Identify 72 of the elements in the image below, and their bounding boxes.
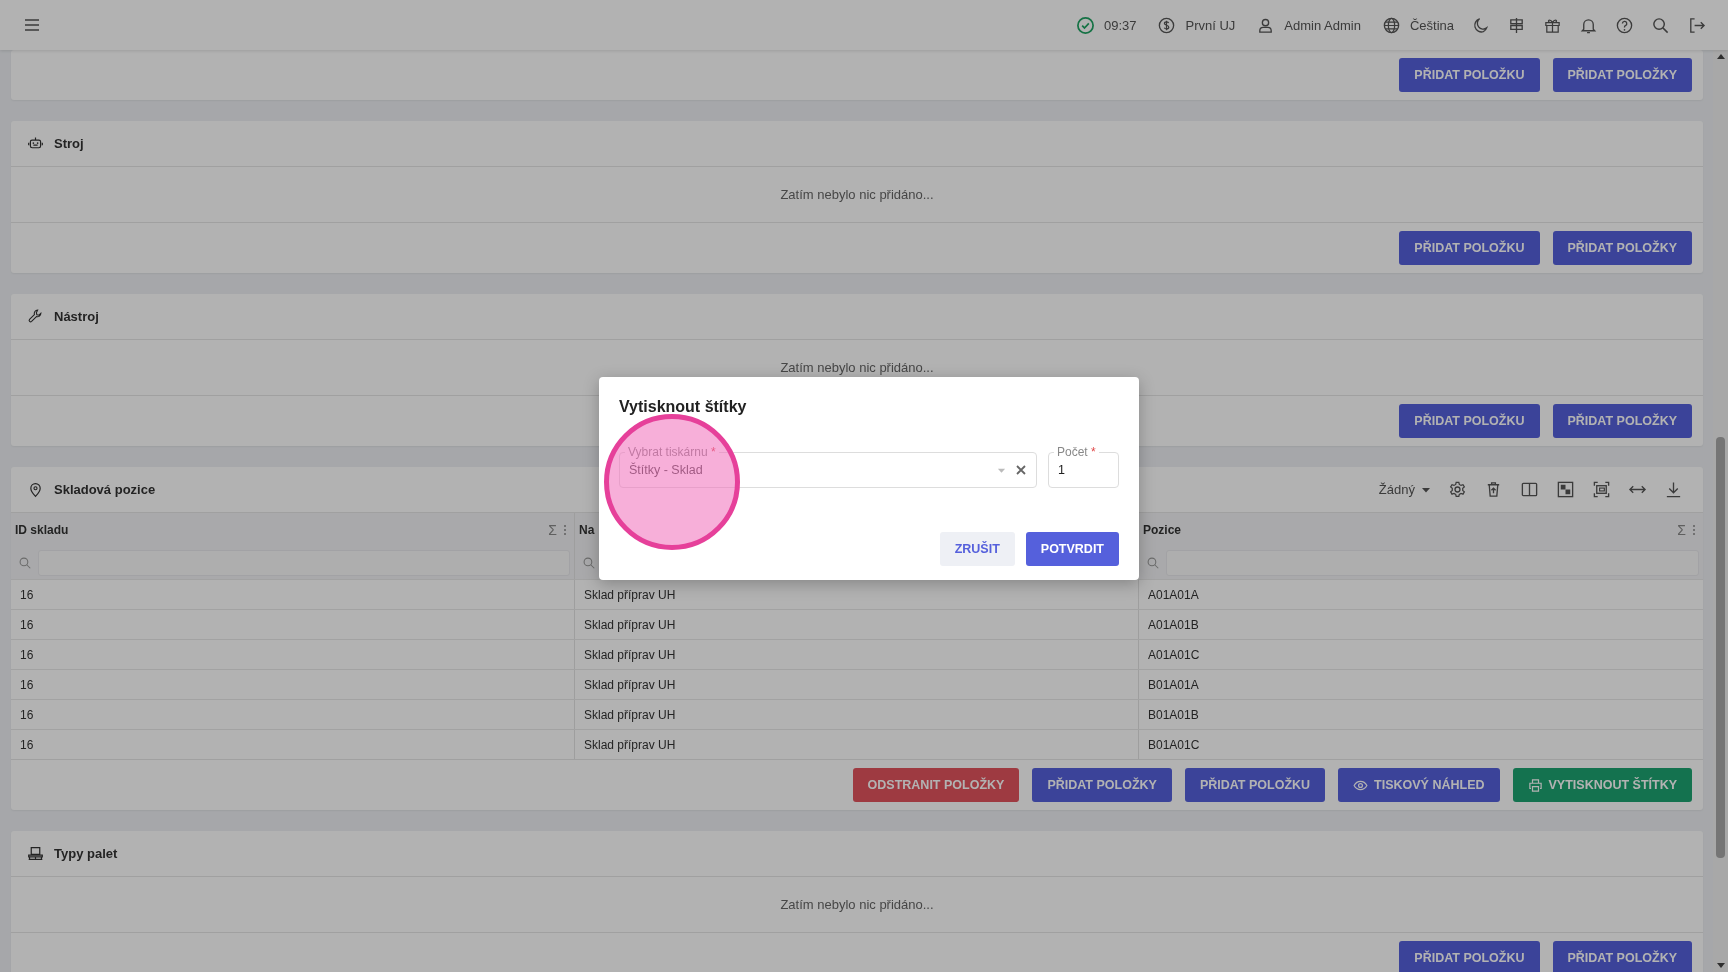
search-icon — [1146, 555, 1160, 570]
language-selector[interactable]: Čeština — [1409, 17, 1454, 33]
table-cell: Sklad příprav UH — [584, 707, 676, 722]
table-cell: B01A01B — [1148, 707, 1199, 722]
settings-icon[interactable] — [1448, 480, 1467, 499]
empty-message: Zatím nebylo nic přidáno... — [780, 187, 934, 202]
fullscreen-icon[interactable] — [1592, 480, 1611, 499]
table-cell: 16 — [20, 617, 34, 632]
action-button[interactable]: TISKOVÝ NÁHLED — [1338, 768, 1500, 802]
action-button[interactable]: PŘIDAT POLOŽKU — [1399, 231, 1540, 265]
sum-icon[interactable]: Σ — [548, 521, 557, 538]
signpost-icon[interactable] — [1507, 15, 1526, 35]
dialog-title: Vytisknout štítky — [619, 398, 748, 416]
action-button[interactable]: VYTISKNOUT ŠTÍTKY — [1512, 768, 1692, 802]
action-button[interactable]: ODSTRANIT POLOŽKY — [852, 768, 1020, 802]
empty-message: Zatím nebylo nic přidáno... — [780, 897, 934, 912]
table-cell: Sklad příprav UH — [584, 737, 676, 752]
table-cell: A01A01C — [1148, 647, 1200, 662]
action-button[interactable]: PŘIDAT POLOŽKY — [1552, 58, 1692, 92]
table-cell: A01A01B — [1148, 617, 1199, 632]
table-cell: B01A01C — [1148, 737, 1200, 752]
section-title: Skladová pozice — [54, 482, 156, 497]
table-cell: Sklad příprav UH — [584, 677, 676, 692]
table-cell: Sklad příprav UH — [584, 617, 676, 632]
action-button[interactable]: PŘIDAT POLOŽKU — [1399, 58, 1540, 92]
action-button[interactable]: PŘIDAT POLOŽKY — [1552, 231, 1692, 265]
search-icon — [18, 555, 32, 570]
search-icon[interactable] — [1651, 15, 1670, 35]
search-icon — [582, 555, 596, 570]
pallet-icon — [27, 845, 44, 862]
section-title: Nástroj — [54, 309, 99, 324]
table-cell: A01A01A — [1148, 587, 1199, 602]
coin-icon[interactable] — [1157, 15, 1177, 35]
clear-icon[interactable] — [1015, 464, 1027, 476]
table-cell: 16 — [20, 707, 34, 722]
dialog-button[interactable]: ZRUŠIT — [939, 532, 1015, 566]
globe-icon — [1381, 15, 1401, 35]
table-cell: Sklad příprav UH — [584, 587, 676, 602]
section-title: Typy palet — [54, 846, 118, 861]
location-pin-icon — [27, 481, 44, 498]
sum-icon[interactable]: Σ — [1677, 521, 1686, 538]
table-cell: 16 — [20, 587, 34, 602]
dialog-button[interactable]: POTVRDIT — [1025, 532, 1119, 566]
column-header[interactable]: Pozice Σ — [1139, 513, 1703, 546]
action-button[interactable]: PŘIDAT POLOŽKU — [1399, 404, 1540, 438]
action-button[interactable]: PŘIDAT POLOŽKU — [1399, 941, 1540, 972]
help-icon[interactable] — [1615, 15, 1634, 35]
scroll-up-icon[interactable] — [1715, 52, 1726, 62]
company-name[interactable]: První UJ — [1185, 17, 1236, 33]
scroll-down-icon[interactable] — [1715, 960, 1726, 970]
table-cell: 16 — [20, 647, 34, 662]
columns-icon[interactable] — [1520, 480, 1539, 499]
table-cell: 16 — [20, 737, 34, 752]
download-icon[interactable] — [1664, 480, 1683, 499]
check-circle-icon — [1075, 15, 1095, 35]
action-button[interactable]: PŘIDAT POLOŽKY — [1552, 941, 1692, 972]
wrench-icon — [27, 308, 44, 325]
action-button[interactable]: PŘIDAT POLOŽKY — [1032, 768, 1172, 802]
table-cell: Sklad příprav UH — [584, 647, 676, 662]
clock-time: 09:37 — [1103, 17, 1137, 33]
logout-icon[interactable] — [1687, 15, 1706, 35]
view-dropdown[interactable]: Žádný — [1378, 482, 1431, 497]
table-cell: B01A01A — [1148, 677, 1199, 692]
printer-icon[interactable] — [1527, 777, 1543, 793]
density-icon[interactable] — [1556, 480, 1575, 499]
action-button[interactable]: PŘIDAT POLOŽKU — [1184, 768, 1326, 802]
section-title: Stroj — [54, 136, 84, 151]
table-cell: 16 — [20, 677, 34, 692]
empty-message: Zatím nebylo nic přidáno... — [780, 360, 934, 375]
moon-icon[interactable] — [1471, 15, 1490, 35]
action-button[interactable]: PŘIDAT POLOŽKY — [1552, 404, 1692, 438]
user-name[interactable]: Admin Admin — [1284, 17, 1361, 33]
